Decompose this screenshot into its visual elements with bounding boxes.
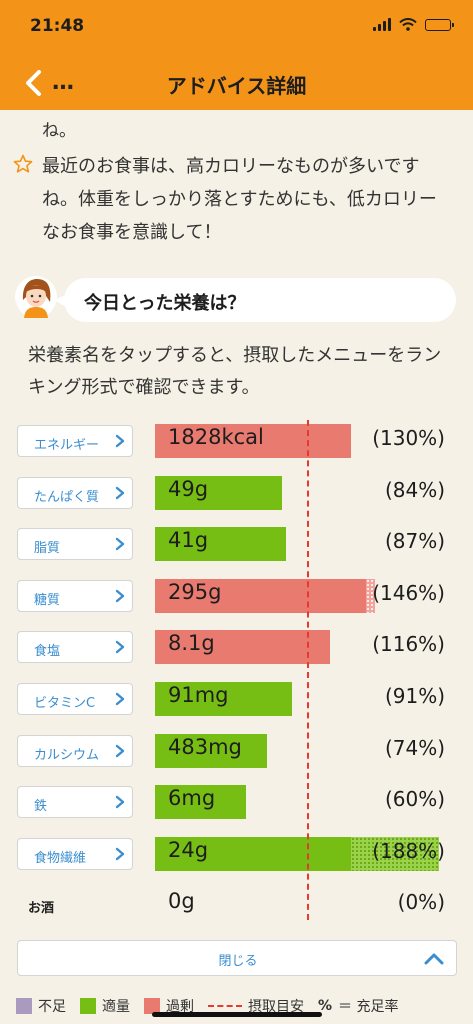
status-icons xyxy=(373,18,454,31)
nutrient-button[interactable]: 食物繊維 xyxy=(17,837,133,870)
nutrient-name: 食物繊維 xyxy=(34,850,87,866)
nutrient-amount: 295g xyxy=(168,579,222,604)
nutrient-row: 鉄 6mg (60%) xyxy=(0,777,473,825)
nutrient-percent: (87%) xyxy=(384,529,445,554)
chevron-right-icon xyxy=(115,692,125,706)
status-time: 21:48 xyxy=(30,16,85,36)
chevron-right-icon xyxy=(115,744,125,757)
nutrient-amount: 6mg xyxy=(168,786,216,811)
nutrient-percent: (130%) xyxy=(372,426,445,450)
nutrient-percent: (60%) xyxy=(384,787,445,812)
nutrient-row: たんぱく質 49g (84%) xyxy=(0,468,473,516)
nutrient-button[interactable]: たんぱく質 xyxy=(17,476,133,509)
nutrient-row: ビタミンC 91mg (91%) xyxy=(0,674,473,722)
nutrient-row: エネルギー 1828kcal (130%) xyxy=(0,416,473,464)
chevron-right-icon xyxy=(115,537,125,551)
nutrient-button[interactable]: カルシウム xyxy=(17,734,133,767)
nutrient-row: 食物繊維 24g (188%) xyxy=(0,829,473,877)
chevron-right-icon xyxy=(115,434,125,448)
nutrient-name: 鉄 xyxy=(34,799,48,815)
nutrient-button[interactable]: 糖質 xyxy=(17,579,133,612)
legend-label: 適量 xyxy=(102,999,130,1015)
nutrient-name: エネルギー xyxy=(34,438,100,453)
page-title: アドバイス詳細 xyxy=(166,74,307,98)
legend-percent: % ＝ 充足率 xyxy=(318,996,398,1016)
nutrient-amount: 91mg xyxy=(168,683,229,707)
close-label: 閉じる xyxy=(218,954,258,969)
nutrient-name: 糖質 xyxy=(34,592,61,608)
nutrient-percent: (146%) xyxy=(372,580,445,605)
section-title: 今日とった栄養は？ xyxy=(84,293,246,314)
battery-icon xyxy=(425,18,454,31)
chevron-right-icon xyxy=(115,847,125,860)
nutrient-name: 脂質 xyxy=(34,541,61,557)
nutrient-button[interactable]: 食塩 xyxy=(17,631,133,664)
legend-insufficient: 不足 xyxy=(16,996,66,1016)
chevron-up-icon xyxy=(424,953,444,965)
legend-swatch-adequate xyxy=(80,998,96,1014)
nutrient-amount: 1828kcal xyxy=(168,425,264,449)
legend-adequate: 適量 xyxy=(80,996,130,1016)
nutrient-amount: 24g xyxy=(168,837,209,862)
chevron-right-icon xyxy=(115,795,125,809)
advisor-avatar xyxy=(15,276,57,318)
nutrient-row: 脂質 41g (87%) xyxy=(0,519,473,567)
nutrient-button[interactable]: 脂質 xyxy=(17,528,133,561)
legend-label: ＝ 充足率 xyxy=(338,999,399,1015)
app-header: 21:48 … アドバイス詳細 xyxy=(0,0,473,110)
section-bubble: 今日とった栄養は？ xyxy=(54,278,456,322)
section-description: 栄養素名をタップすると、摂取したメニューをランキング形式で確認できます。 xyxy=(28,345,442,398)
nutrient-button[interactable]: 鉄 xyxy=(17,786,133,819)
advice-text: 最近のお食事は、高カロリーなものが多いですね。体重をしっかり落とすためにも、低カ… xyxy=(42,156,437,243)
chevron-right-icon xyxy=(115,486,125,499)
nutrient-percent: (188%) xyxy=(372,838,445,863)
nutrient-row: お酒 0g (0%) xyxy=(0,880,473,928)
nutrient-name: ビタミンC xyxy=(34,696,96,711)
target-guide-line xyxy=(307,420,309,920)
nutrient-amount: 483mg xyxy=(168,734,242,759)
home-indicator[interactable] xyxy=(152,1012,322,1017)
nutrient-name: たんぱく質 xyxy=(34,489,100,505)
nutrient-percent: (84%) xyxy=(384,477,445,502)
nutrient-amount: 0g xyxy=(168,889,195,914)
close-button[interactable]: 閉じる xyxy=(17,940,457,976)
nutrient-row: カルシウム 483mg (74%) xyxy=(0,726,473,774)
nutrient-percent: (91%) xyxy=(384,684,445,708)
nutrient-name: お酒 xyxy=(28,901,55,917)
nutrient-name: 食塩 xyxy=(34,644,61,660)
nutrient-amount: 8.1g xyxy=(168,631,215,656)
advice-continued: ね。 xyxy=(42,121,76,141)
nutrient-name: カルシウム xyxy=(34,747,100,763)
chevron-right-icon xyxy=(115,589,125,602)
nutrient-amount: 49g xyxy=(168,476,209,501)
nutrient-row: 食塩 8.1g (116%) xyxy=(0,622,473,670)
nutrient-percent: (0%) xyxy=(397,890,445,915)
signal-icon xyxy=(373,18,391,31)
nutrient-row: 糖質 295g (146%) xyxy=(0,571,473,619)
nutrient-percent: (74%) xyxy=(384,735,445,760)
legend-swatch-insufficient xyxy=(16,998,32,1014)
star-icon xyxy=(13,154,33,173)
legend-dash-target xyxy=(208,1005,242,1007)
wifi-icon xyxy=(399,18,417,31)
chevron-right-icon xyxy=(115,641,125,654)
nutrient-button[interactable]: ビタミンC xyxy=(17,683,133,715)
nutrient-percent: (116%) xyxy=(372,632,445,657)
legend-label: 不足 xyxy=(38,999,66,1015)
nutrient-button[interactable]: エネルギー xyxy=(17,425,133,457)
nutrient-amount: 41g xyxy=(168,528,209,553)
